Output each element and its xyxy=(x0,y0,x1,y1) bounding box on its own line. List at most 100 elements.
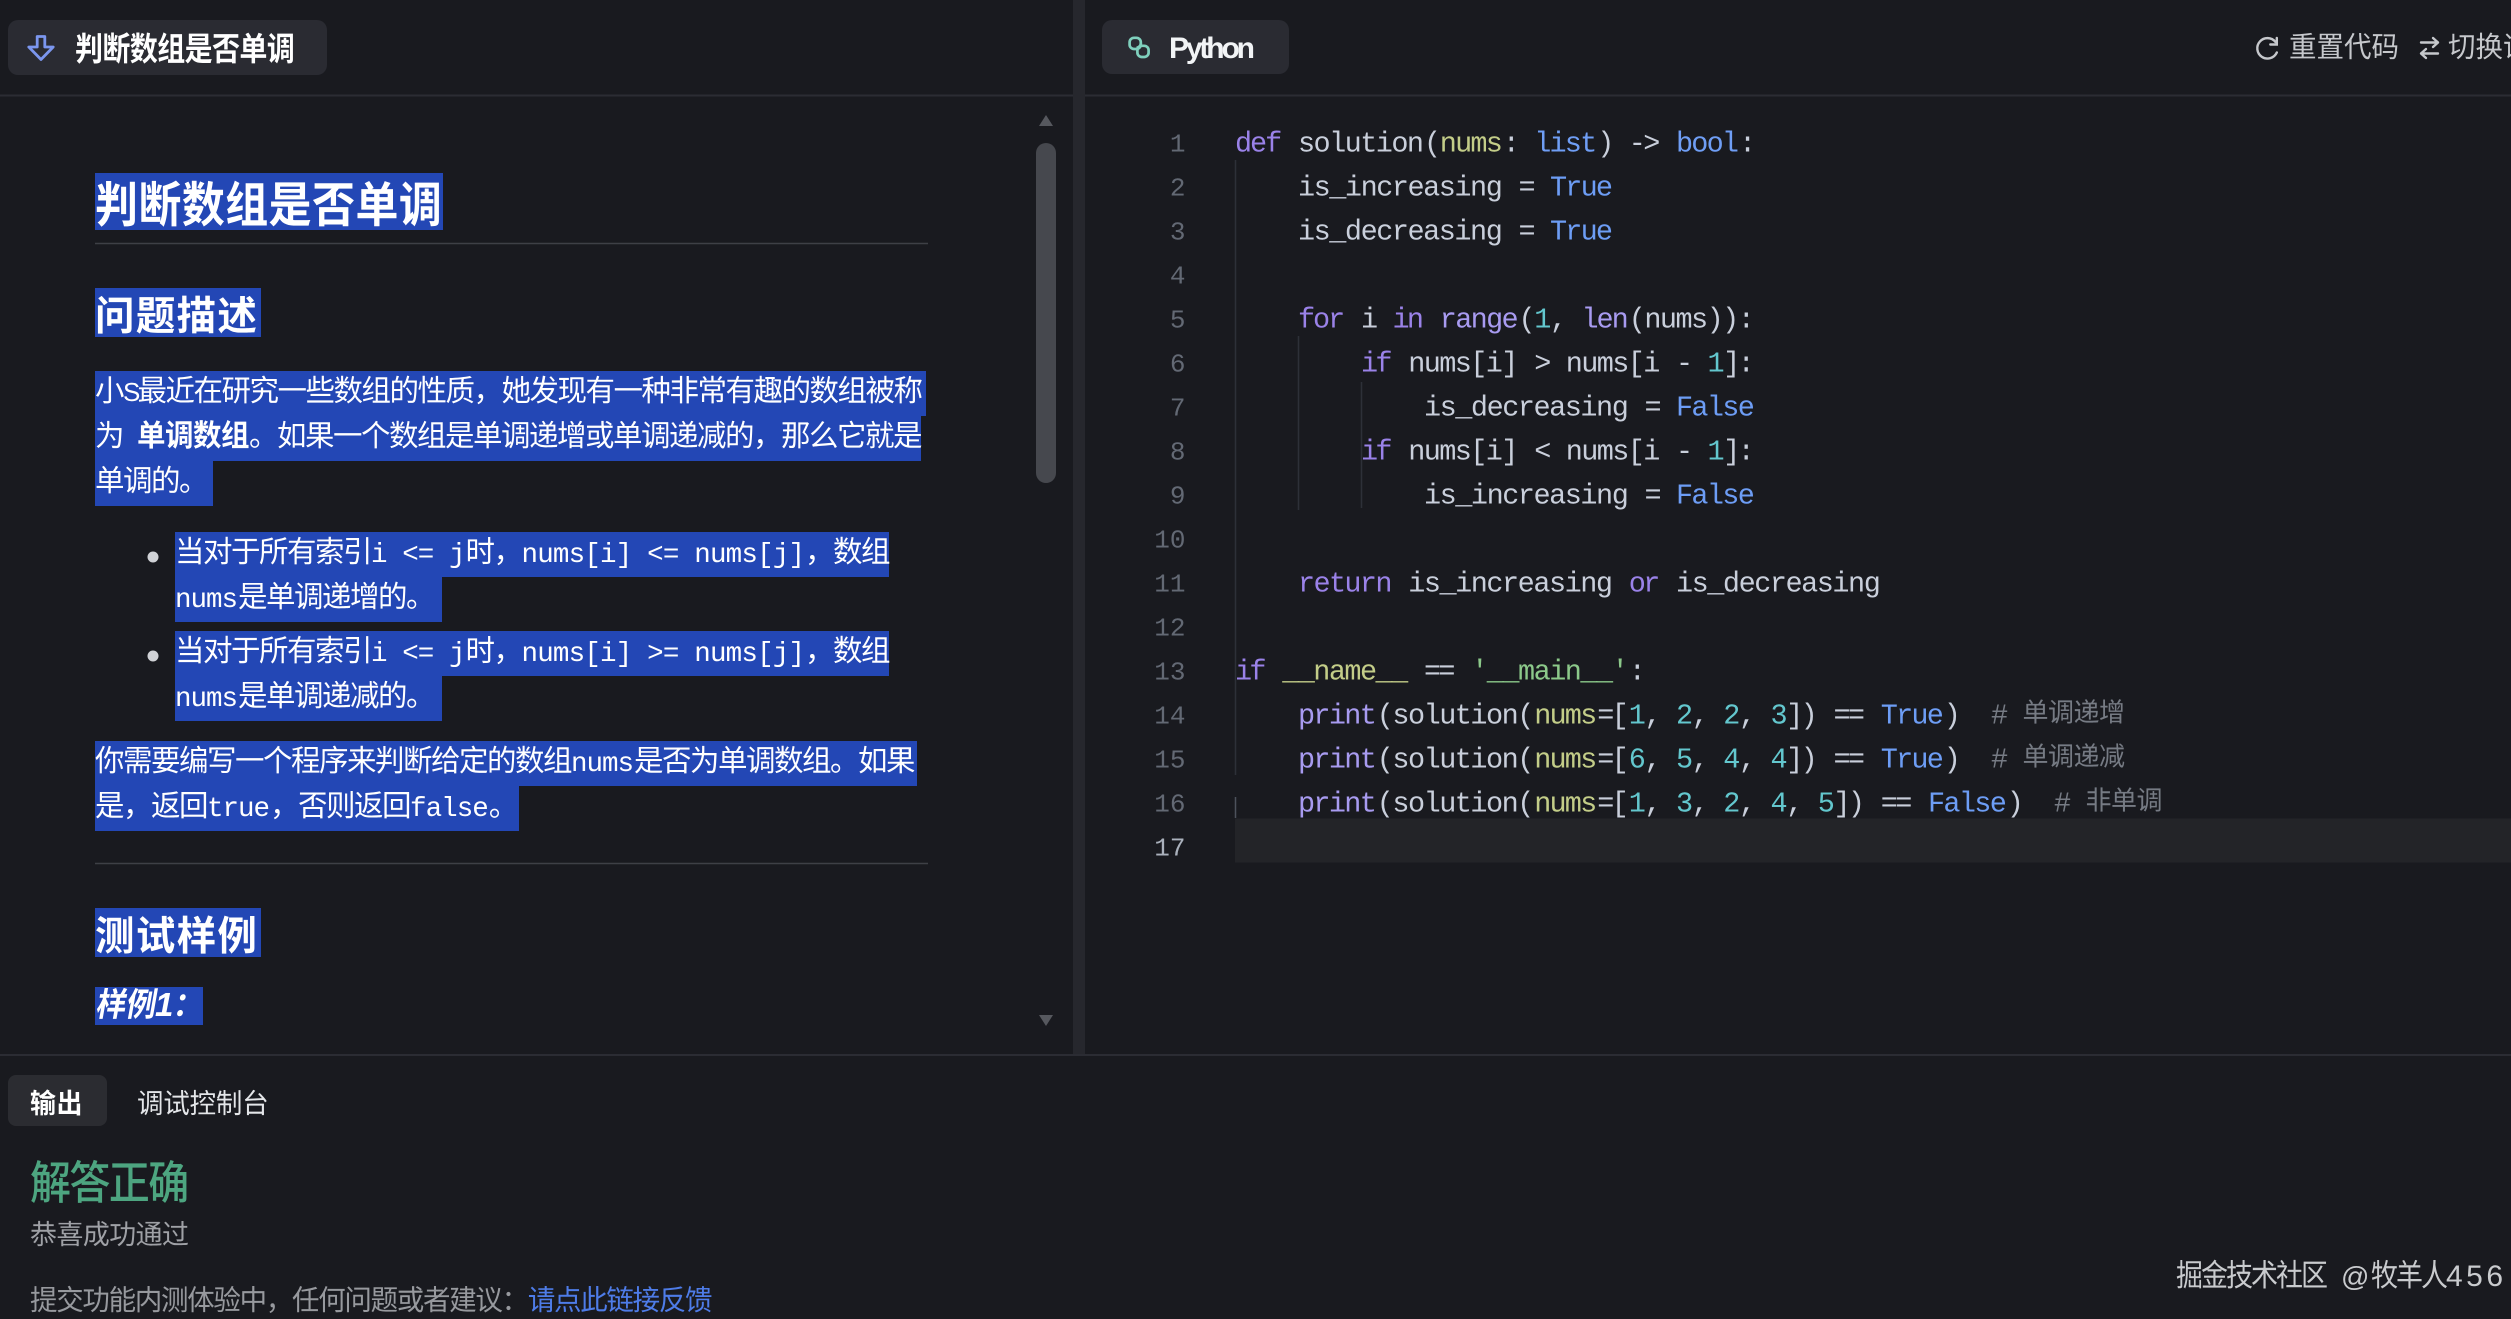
svg-text:nums[i] <= nums[j]: nums[i] <= nums[j] xyxy=(522,540,806,571)
svg-text:2: 2 xyxy=(1170,174,1186,204)
svg-text:11: 11 xyxy=(1154,570,1185,600)
svg-text::: : xyxy=(1739,128,1756,161)
svg-text:==: == xyxy=(1834,744,1866,777)
svg-text:2: 2 xyxy=(1723,700,1740,733)
svg-text:1: 1 xyxy=(1629,700,1646,733)
svg-text:(solution(: (solution( xyxy=(1377,744,1535,777)
svg-text:=[: =[ xyxy=(1597,744,1629,777)
svg-text:16: 16 xyxy=(1154,790,1185,820)
svg-text:is_increasing: is_increasing xyxy=(1408,568,1613,601)
svg-text:=: = xyxy=(1645,392,1662,425)
svg-text:>: > xyxy=(1534,348,1551,381)
svg-text:#: # xyxy=(2054,788,2071,821)
svg-text:i <= j: i <= j xyxy=(371,540,466,571)
svg-text:list: list xyxy=(1534,128,1597,161)
svg-text:10: 10 xyxy=(1154,526,1185,556)
svg-text:-: - xyxy=(1676,348,1693,381)
svg-text:=: = xyxy=(1519,216,1536,249)
svg-text:<: < xyxy=(1534,436,1551,469)
svg-text:17: 17 xyxy=(1154,834,1185,864)
svg-text:(solution(: (solution( xyxy=(1377,700,1535,733)
svg-text:4: 4 xyxy=(1723,744,1740,777)
svg-text:nums: nums xyxy=(1534,700,1597,733)
svg-text:]): ]) xyxy=(1834,788,1866,821)
svg-text:,: , xyxy=(1739,744,1756,777)
svg-text:if: if xyxy=(1361,436,1393,469)
svg-text:Python: Python xyxy=(1169,32,1255,65)
svg-text:,: , xyxy=(1692,700,1709,733)
svg-text:5: 5 xyxy=(1676,744,1693,777)
svg-text::: : xyxy=(1629,656,1646,689)
svg-text:nums: nums xyxy=(1534,788,1597,821)
svg-text:]:: ]: xyxy=(1723,436,1755,469)
svg-text:-: - xyxy=(1676,436,1693,469)
svg-text:,: , xyxy=(1739,700,1756,733)
svg-text:12: 12 xyxy=(1154,614,1185,644)
svg-text:=: = xyxy=(1519,172,1536,205)
svg-text:True: True xyxy=(1881,700,1944,733)
svg-text:4: 4 xyxy=(1170,262,1186,292)
svg-text:(: ( xyxy=(1424,128,1441,161)
svg-text:,: , xyxy=(1645,744,1662,777)
svg-text:(: ( xyxy=(1519,304,1536,337)
svg-text:,: , xyxy=(1550,304,1567,337)
svg-text:print: print xyxy=(1298,788,1377,821)
svg-text:nums: nums xyxy=(175,684,238,715)
svg-text:for: for xyxy=(1298,304,1345,337)
svg-text:range: range xyxy=(1440,304,1519,337)
svg-text:false: false xyxy=(410,794,489,825)
svg-text:nums: nums xyxy=(1534,744,1597,777)
svg-text:nums[i] >= nums[j]: nums[i] >= nums[j] xyxy=(522,639,806,670)
svg-text:1: 1 xyxy=(1629,788,1646,821)
svg-text:6: 6 xyxy=(1170,350,1186,380)
svg-text:'__main__': '__main__' xyxy=(1471,656,1629,689)
svg-text:nums[i: nums[i xyxy=(1566,348,1661,381)
svg-text:is_increasing: is_increasing xyxy=(1424,480,1629,513)
svg-text:14: 14 xyxy=(1154,702,1185,732)
svg-text:if: if xyxy=(1361,348,1393,381)
svg-text:False: False xyxy=(1676,480,1755,513)
svg-text:=: = xyxy=(1645,480,1662,513)
svg-text:3: 3 xyxy=(1170,218,1186,248)
svg-text:(nums)):: (nums)): xyxy=(1629,304,1755,337)
svg-text:13: 13 xyxy=(1154,658,1185,688)
svg-text:def: def xyxy=(1235,128,1282,161)
svg-text:False: False xyxy=(1928,788,2007,821)
svg-text:): ) xyxy=(1597,128,1614,161)
svg-text:@: @ xyxy=(2341,1261,2369,1292)
svg-text:2: 2 xyxy=(1676,700,1693,733)
svg-text:nums[i: nums[i xyxy=(1566,436,1661,469)
svg-text:,: , xyxy=(1786,788,1803,821)
svg-text:nums[i]: nums[i] xyxy=(1408,436,1518,469)
svg-text:bool: bool xyxy=(1676,128,1739,161)
svg-text::: : xyxy=(1503,128,1520,161)
svg-text:7: 7 xyxy=(1170,394,1186,424)
svg-text:is_decreasing: is_decreasing xyxy=(1424,392,1629,425)
svg-text:4: 4 xyxy=(1771,788,1788,821)
svg-text:nums: nums xyxy=(571,749,634,780)
svg-text:1: 1 xyxy=(155,986,173,1023)
svg-text:9: 9 xyxy=(1170,482,1186,512)
svg-text:print: print xyxy=(1298,700,1377,733)
svg-text:456: 456 xyxy=(2446,1260,2503,1293)
svg-text:]): ]) xyxy=(1786,700,1818,733)
svg-text:,: , xyxy=(1692,744,1709,777)
svg-text:==: == xyxy=(1881,788,1913,821)
svg-text:True: True xyxy=(1881,744,1944,777)
svg-text:2: 2 xyxy=(1723,788,1740,821)
svg-text:,: , xyxy=(1739,788,1756,821)
svg-text:S: S xyxy=(123,377,140,407)
svg-text:==: == xyxy=(1424,656,1456,689)
svg-text:len: len xyxy=(1582,304,1629,337)
svg-text:#: # xyxy=(1991,700,2008,733)
svg-text:1: 1 xyxy=(1534,304,1551,337)
svg-text:,: , xyxy=(1692,788,1709,821)
svg-text:]:: ]: xyxy=(1723,348,1755,381)
svg-text:6: 6 xyxy=(1629,744,1646,777)
svg-text:1: 1 xyxy=(1708,436,1725,469)
svg-text:,: , xyxy=(1645,700,1662,733)
svg-text:or: or xyxy=(1629,568,1661,601)
svg-text:true: true xyxy=(207,794,270,825)
svg-text:->: -> xyxy=(1629,128,1661,161)
svg-text:): ) xyxy=(1944,744,1961,777)
